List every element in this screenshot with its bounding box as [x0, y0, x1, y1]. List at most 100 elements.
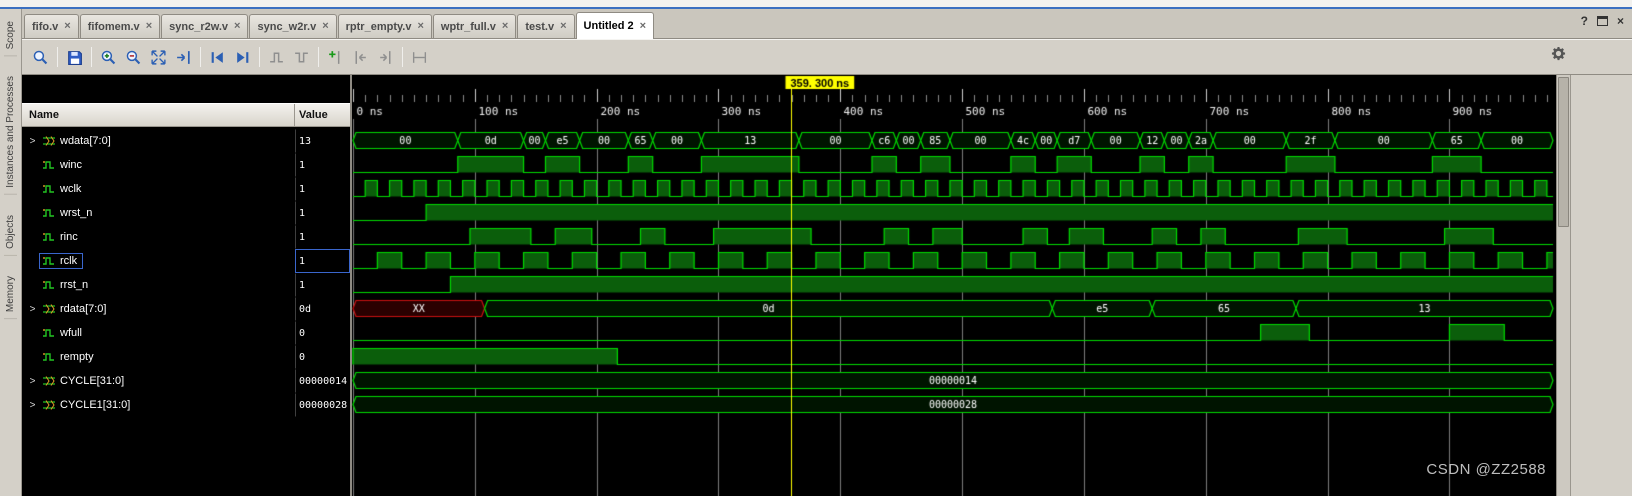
signal-name-box: rdata[7:0]: [39, 301, 112, 317]
snap-to-transition-button[interactable]: [264, 45, 289, 70]
signal-name: rinc: [60, 231, 78, 243]
measure-marker-button[interactable]: [407, 45, 432, 70]
settings-gear-icon[interactable]: [1551, 46, 1566, 66]
signal-row[interactable]: rinc 1: [22, 225, 350, 249]
signal-row[interactable]: > rdata[7:0] 0d: [22, 297, 350, 321]
signal-value: 00000028: [295, 393, 350, 417]
prev-edge-icon: [268, 49, 285, 66]
signal-name: wdata[7:0]: [60, 135, 111, 147]
side-tab-strip: Scope Instances and Processes Objects Memor…: [0, 9, 22, 496]
signal-name-cell: rempty: [22, 345, 295, 369]
signal-row[interactable]: wrst_n 1: [22, 201, 350, 225]
toolbar-separator: [200, 47, 201, 67]
tab-close-icon[interactable]: ×: [502, 21, 508, 32]
bus-signal-icon: [42, 399, 56, 411]
signal-list: > wdata[7:0] 13 winc 1 wclk 1 wrst_n 1 rinc 1 rclk 1…: [22, 127, 350, 496]
signal-name-box: rclk: [39, 253, 84, 269]
tab-close-icon[interactable]: ×: [64, 21, 70, 32]
marker-prev-icon: [352, 49, 369, 66]
signal-row[interactable]: wclk 1: [22, 177, 350, 201]
zoom-in-icon: [100, 49, 117, 66]
signal-name: winc: [60, 159, 83, 171]
zoom-tool-button[interactable]: [28, 45, 53, 70]
tab-close-icon[interactable]: ×: [322, 21, 328, 32]
signal-row[interactable]: rempty 0: [22, 345, 350, 369]
signal-name-box: rrst_n: [39, 277, 94, 293]
zoom-out-button[interactable]: [121, 45, 146, 70]
signal-value: 0: [295, 345, 350, 369]
go-to-time-cursor-button[interactable]: [171, 45, 196, 70]
signal-name-box: rinc: [39, 229, 84, 245]
waveform-toolbar: [22, 39, 1632, 75]
waveform-canvas[interactable]: [352, 75, 1556, 496]
side-tab-instances-and-processes[interactable]: Instances and Processes: [4, 70, 17, 196]
tab-label: fifomem.v: [87, 20, 140, 33]
signal-row[interactable]: > CYCLE[31:0] 00000014: [22, 369, 350, 393]
signal-value: 13: [295, 129, 350, 153]
value-column-header[interactable]: Value: [295, 104, 350, 126]
tab-test-v[interactable]: test.v ×: [517, 14, 575, 38]
signal-name-cell: > rdata[7:0]: [22, 297, 295, 321]
measure-icon: [411, 49, 428, 66]
float-window-icon[interactable]: [1596, 16, 1608, 26]
side-tab-objects[interactable]: Objects: [4, 209, 17, 256]
close-view-icon[interactable]: ×: [1617, 15, 1624, 27]
goto-end-icon: [234, 49, 251, 66]
save-button[interactable]: [62, 45, 87, 70]
signal-value: 00000014: [295, 369, 350, 393]
signal-name: CYCLE1[31:0]: [60, 399, 131, 411]
signal-row[interactable]: winc 1: [22, 153, 350, 177]
signal-name-cell: winc: [22, 153, 295, 177]
signal-row[interactable]: rclk 1: [22, 249, 350, 273]
next-marker-button[interactable]: [373, 45, 398, 70]
expand-arrow-icon[interactable]: >: [26, 400, 39, 411]
signal-name-box: wrst_n: [39, 205, 98, 221]
zoom-to-full-view-button[interactable]: [146, 45, 171, 70]
go-to-next-transition-button[interactable]: [230, 45, 255, 70]
floating-ruler-button[interactable]: [289, 45, 314, 70]
signal-row[interactable]: rrst_n 1: [22, 273, 350, 297]
tab-close-icon[interactable]: ×: [234, 21, 240, 32]
side-tab-memory[interactable]: Memory: [4, 270, 17, 320]
marker-next-icon: [377, 49, 394, 66]
signal-name-cell: wrst_n: [22, 201, 295, 225]
zoom-in-button[interactable]: [96, 45, 121, 70]
signal-row[interactable]: wfull 0: [22, 321, 350, 345]
tab-sync-r2w-v[interactable]: sync_r2w.v ×: [161, 14, 249, 38]
side-tab-scope[interactable]: Scope: [4, 15, 17, 57]
vertical-scrollbar[interactable]: [1556, 75, 1570, 496]
add-marker-icon: [327, 49, 344, 66]
tab-rptr-empty-v[interactable]: rptr_empty.v ×: [337, 14, 432, 38]
signal-name: rrst_n: [60, 279, 89, 291]
signal-name-box: wfull: [39, 325, 88, 341]
tab-wptr-full-v[interactable]: wptr_full.v ×: [432, 14, 517, 38]
signal-name-cell: rclk: [22, 249, 295, 273]
signal-value: 0d: [295, 297, 350, 321]
signal-row[interactable]: > wdata[7:0] 13: [22, 129, 350, 153]
signal-name-box: CYCLE[31:0]: [39, 373, 130, 389]
tab-sync-w2r-v[interactable]: sync_w2r.v ×: [249, 14, 337, 38]
help-icon[interactable]: ?: [1581, 15, 1588, 27]
add-marker-button[interactable]: [323, 45, 348, 70]
expand-arrow-icon[interactable]: >: [26, 304, 39, 315]
go-to-previous-transition-button[interactable]: [205, 45, 230, 70]
signal-name-cell: wfull: [22, 321, 295, 345]
scrollbar-thumb[interactable]: [1558, 77, 1569, 227]
toolbar-separator: [259, 47, 260, 67]
tab-close-icon[interactable]: ×: [640, 20, 646, 32]
tab-untitled-2[interactable]: Untitled 2 ×: [575, 12, 655, 39]
tab-close-icon[interactable]: ×: [560, 21, 566, 32]
tab-close-icon[interactable]: ×: [417, 21, 423, 32]
previous-marker-button[interactable]: [348, 45, 373, 70]
toolbar-separator: [318, 47, 319, 67]
expand-arrow-icon[interactable]: >: [26, 136, 39, 147]
expand-arrow-icon[interactable]: >: [26, 376, 39, 387]
tab-close-icon[interactable]: ×: [146, 21, 152, 32]
waveform-area: CSDN @ZZ2588: [352, 75, 1556, 496]
tab-fifo-v[interactable]: fifo.v ×: [24, 14, 79, 38]
names-panel-header: Name Value: [22, 103, 350, 127]
tab-fifomem-v[interactable]: fifomem.v ×: [79, 14, 161, 38]
name-column-header[interactable]: Name: [22, 104, 295, 126]
scalar-signal-icon: [42, 279, 56, 291]
signal-row[interactable]: > CYCLE1[31:0] 00000028: [22, 393, 350, 417]
